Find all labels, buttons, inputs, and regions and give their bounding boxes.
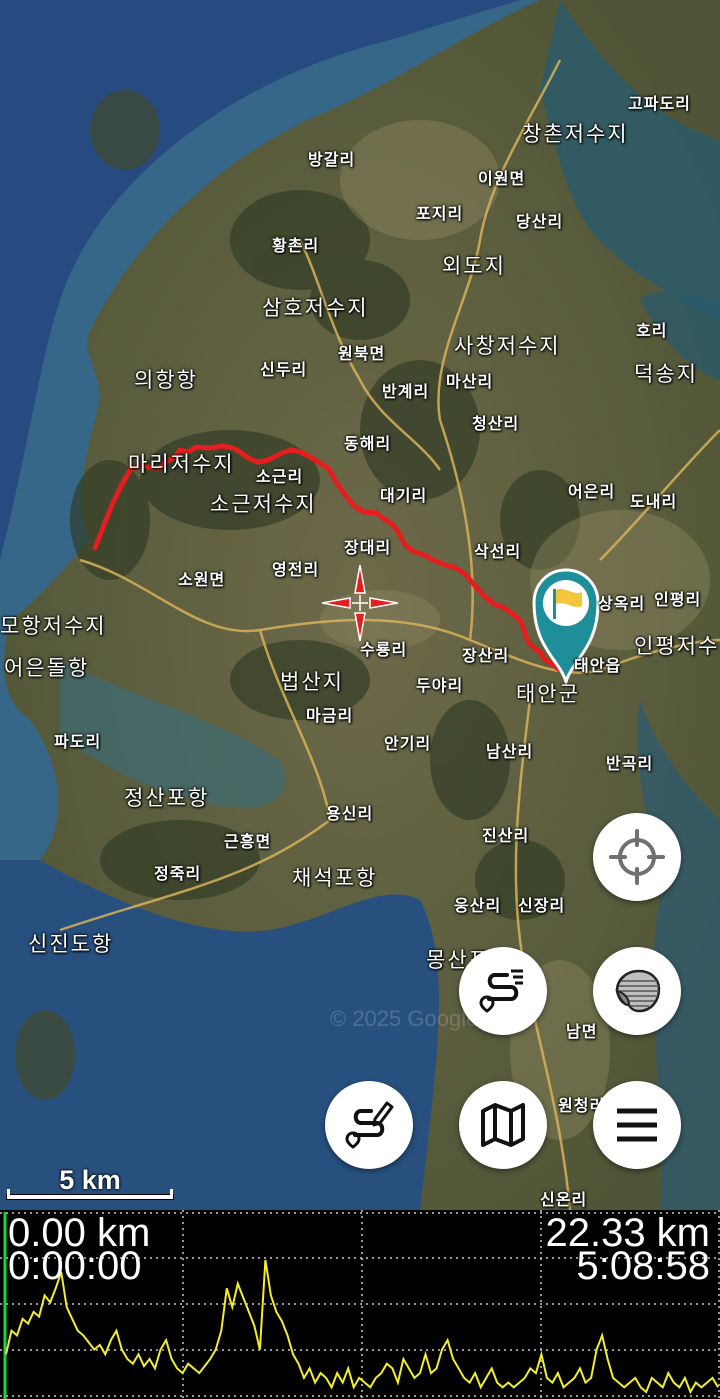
crosshair-icon [609, 829, 665, 885]
place-label: 마산리 [446, 372, 494, 391]
place-label: 파도리 [54, 732, 102, 751]
place-label: 수룡리 [360, 640, 408, 659]
locate-button[interactable] [593, 813, 681, 901]
place-label: 외도지 [442, 254, 506, 278]
place-label: 황촌리 [272, 236, 320, 255]
place-label: 마금리 [306, 706, 354, 725]
place-label: 고파도리 [628, 94, 691, 113]
place-label: 정산포항 [124, 786, 210, 810]
route-edit-button[interactable] [325, 1081, 413, 1169]
route-list-icon [479, 969, 523, 1013]
end-time: 5:08:58 [576, 1244, 710, 1288]
place-label: 상옥리 [598, 594, 646, 613]
place-label: 근흥면 [224, 832, 272, 851]
place-label: 소근리 [256, 467, 304, 486]
place-label: 두야리 [416, 676, 464, 695]
scale-label: 5 km [59, 1165, 121, 1195]
map-button[interactable] [459, 1081, 547, 1169]
place-label: 방갈리 [308, 150, 356, 169]
place-label: 신두리 [260, 360, 308, 379]
place-label: 태안읍 [574, 656, 622, 675]
place-label: 원북면 [338, 344, 386, 363]
place-label: 도내리 [630, 492, 678, 511]
place-label: 진산리 [482, 826, 530, 845]
place-label: 안기리 [384, 734, 432, 753]
place-label: 청산리 [472, 414, 520, 433]
place-label: 남산리 [486, 742, 534, 761]
place-label: 어은돌항 [4, 656, 90, 680]
place-label: 반곡리 [606, 754, 654, 773]
place-label: 소근저수지 [210, 492, 317, 516]
start-time: 0:00:00 [8, 1244, 142, 1288]
elevation-profile[interactable]: 0.00 km 0:00:00 22.33 km 5:08:58 [0, 1210, 720, 1399]
map-layers-button[interactable] [593, 947, 681, 1035]
place-label: 인평저수 [634, 634, 720, 658]
menu-button[interactable] [593, 1081, 681, 1169]
map-watermark: © 2025 Google [330, 1006, 478, 1031]
place-label: 채석포항 [292, 866, 378, 890]
place-label: 동해리 [344, 434, 392, 453]
map-view[interactable]: © 2025 Google 고파도리창촌저수지방갈리이원면포지리 당산리황촌리외도… [0, 0, 720, 1210]
place-label: 용신리 [326, 804, 374, 823]
place-label: 이원면 [478, 169, 526, 188]
place-label: 태안군 [516, 682, 580, 706]
place-label: 대기리 [380, 486, 428, 505]
menu-icon [617, 1108, 657, 1142]
scale-bar-line [6, 1189, 174, 1200]
place-label: 장산리 [462, 646, 510, 665]
place-label: 인평리 [654, 590, 702, 609]
place-label: 법산지 [280, 670, 344, 694]
route-edit-icon [345, 1101, 394, 1149]
place-label: 신장리 [518, 896, 566, 915]
place-label: 의항항 [134, 368, 198, 392]
place-label: 반계리 [382, 382, 430, 401]
place-label: 모항저수지 [0, 614, 107, 638]
place-label: 창촌저수지 [522, 122, 629, 146]
map-scale-bar: 5 km [6, 1165, 174, 1205]
place-label: 신온리 [540, 1190, 588, 1209]
place-label: 정죽리 [154, 864, 202, 883]
place-label: 장대리 [344, 538, 392, 557]
place-label: 영전리 [272, 560, 320, 579]
place-label: 삭선리 [474, 542, 522, 561]
place-label: 어은리 [568, 482, 616, 501]
place-label: 웅산리 [454, 896, 502, 915]
place-label: 소원면 [178, 570, 226, 589]
place-label: 마리저수지 [128, 452, 235, 476]
place-label: 남면 [566, 1022, 598, 1041]
place-label: 사창저수지 [454, 334, 561, 358]
layers-icon [615, 969, 661, 1013]
place-label: 삼호저수지 [262, 296, 369, 320]
place-label: 호리 [636, 321, 668, 340]
place-label: 덕송지 [634, 362, 698, 386]
map-icon [481, 1103, 525, 1147]
place-label: 포지리 [416, 204, 464, 223]
place-label: 신진도항 [28, 932, 114, 956]
place-label: 당산리 [516, 212, 564, 231]
route-list-button[interactable] [459, 947, 547, 1035]
